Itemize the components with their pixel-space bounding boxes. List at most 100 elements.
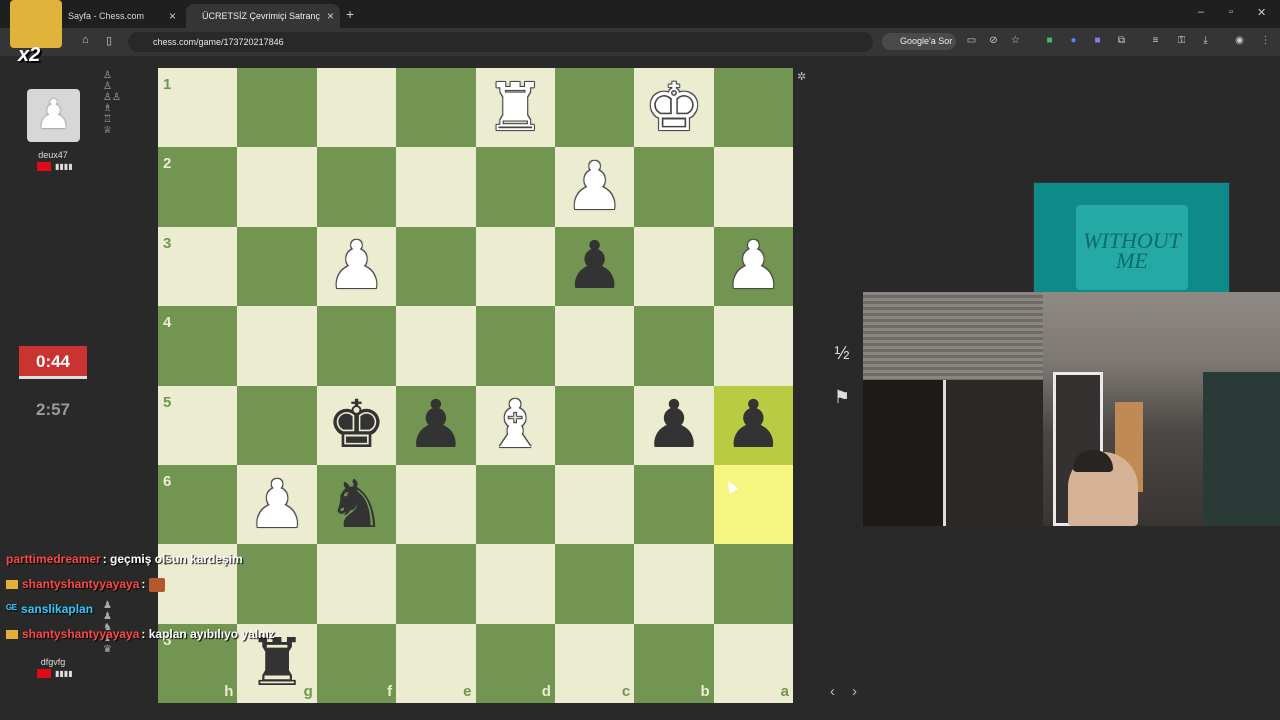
black-knight-piece[interactable]: ♞ <box>317 465 396 544</box>
chess-board[interactable]: 1 ♜ ♚ 2 ♟ 3 ♟ ♟ ♟ 4 5 ♚ ♟ ♝ ♟ ♟ 6 ♟ ♞ 7 8 h g ♜ f e d c b a <box>158 68 793 703</box>
square-c6[interactable] <box>554 464 635 545</box>
square-e8[interactable]: e <box>396 623 476 703</box>
media-icon[interactable]: ≡ <box>1150 35 1161 46</box>
eye-off-icon[interactable]: ⊘ <box>988 35 999 46</box>
square-e6[interactable] <box>396 464 476 545</box>
square-h5[interactable]: 5 <box>158 385 238 465</box>
white-pawn-piece[interactable]: ♟ <box>317 227 396 306</box>
new-tab-icon[interactable]: + <box>346 6 354 22</box>
black-pawn-piece[interactable]: ♟ <box>634 386 713 465</box>
black-pawn-piece[interactable]: ♟ <box>555 227 634 306</box>
square-h4[interactable]: 4 <box>158 306 238 386</box>
square-c7[interactable] <box>554 544 635 624</box>
square-g1[interactable] <box>237 68 317 148</box>
square-f5[interactable]: ♚ <box>316 385 397 465</box>
square-e2[interactable] <box>396 147 476 227</box>
square-e7[interactable] <box>396 544 476 624</box>
extension-icon[interactable]: ■ <box>1044 35 1055 46</box>
square-c4[interactable] <box>554 306 635 386</box>
white-king-piece[interactable]: ♚ <box>634 68 713 147</box>
extension-icon[interactable]: ● <box>1068 35 1079 46</box>
square-f3[interactable]: ♟ <box>316 226 397 307</box>
avatar[interactable]: ♟ <box>27 89 80 142</box>
white-pawn-piece[interactable]: ♟ <box>555 147 634 226</box>
square-e3[interactable] <box>396 226 476 307</box>
square-g4[interactable] <box>237 306 317 386</box>
square-d4[interactable] <box>475 306 555 386</box>
square-e5[interactable]: ♟ <box>396 385 476 465</box>
square-g5[interactable] <box>237 385 317 465</box>
white-bishop-piece[interactable]: ♝ <box>476 386 555 465</box>
previous-move-icon[interactable]: ‹ <box>830 683 835 700</box>
square-f4[interactable] <box>316 306 397 386</box>
square-f6[interactable]: ♞ <box>316 464 397 545</box>
square-h3[interactable]: 3 <box>158 226 238 307</box>
square-d8[interactable]: d <box>475 623 555 703</box>
black-pawn-piece[interactable]: ♟ <box>714 386 793 465</box>
tab-chess-game[interactable]: ÜCRETSİZ Çevrimiçi Satranç Oy × <box>186 4 340 28</box>
black-pawn-piece[interactable]: ♟ <box>396 386 475 465</box>
square-b1[interactable]: ♚ <box>634 68 714 148</box>
square-h6[interactable]: 6 <box>158 464 238 545</box>
cast-icon[interactable]: ▭ <box>966 35 977 46</box>
square-a6[interactable] <box>713 464 793 545</box>
square-a3[interactable]: ♟ <box>713 226 793 307</box>
square-e4[interactable] <box>396 306 476 386</box>
close-icon[interactable]: × <box>327 9 334 23</box>
square-a8[interactable]: a <box>713 623 793 703</box>
square-g7[interactable] <box>237 544 317 624</box>
square-b5[interactable]: ♟ <box>634 385 714 465</box>
square-d6[interactable] <box>475 464 555 545</box>
square-g2[interactable] <box>237 147 317 227</box>
puzzle-icon[interactable]: ⧉ <box>1116 35 1127 46</box>
square-b7[interactable] <box>634 544 714 624</box>
square-a7[interactable] <box>713 544 793 624</box>
square-c1[interactable] <box>554 68 635 148</box>
gear-icon[interactable]: ✲ <box>797 70 806 83</box>
square-f1[interactable] <box>316 68 397 148</box>
square-h2[interactable]: 2 <box>158 147 238 227</box>
square-f7[interactable] <box>316 544 397 624</box>
menu-icon[interactable]: ⋮ <box>1260 35 1271 46</box>
home-icon[interactable]: ⌂ <box>82 34 89 46</box>
close-window-icon[interactable]: ✕ <box>1257 6 1266 19</box>
square-b4[interactable] <box>634 306 714 386</box>
square-c5[interactable] <box>554 385 635 465</box>
next-move-icon[interactable]: › <box>852 683 857 700</box>
white-pawn-piece[interactable]: ♟ <box>237 465 316 544</box>
square-a1[interactable] <box>713 68 793 148</box>
square-f8[interactable]: f <box>316 623 397 703</box>
square-d1[interactable]: ♜ <box>475 68 555 148</box>
star-icon[interactable]: ☆ <box>1010 35 1021 46</box>
square-c2[interactable]: ♟ <box>554 147 635 227</box>
offer-draw-button[interactable]: ½ <box>829 340 855 366</box>
square-d3[interactable] <box>475 226 555 307</box>
square-f2[interactable] <box>316 147 397 227</box>
square-c8[interactable]: c <box>554 623 635 703</box>
square-g6[interactable]: ♟ <box>237 464 317 545</box>
google-ask-button[interactable]: Google'a Sor <box>882 33 956 50</box>
sidebar-icon[interactable]: ▯ <box>106 34 112 47</box>
url-field[interactable]: chess.com/game/173720217846 <box>128 32 873 52</box>
black-king-piece[interactable]: ♚ <box>317 386 396 465</box>
player-name-bottom[interactable]: dfgvfg <box>13 657 93 667</box>
tab-chess-home[interactable]: Sayfa - Chess.com × <box>50 4 182 28</box>
square-a2[interactable] <box>713 147 793 227</box>
square-d5[interactable]: ♝ <box>475 385 555 465</box>
download-icon[interactable]: ⤓ <box>1200 35 1211 46</box>
white-rook-piece[interactable]: ♜ <box>476 68 555 147</box>
profile-icon[interactable]: ◉ <box>1234 35 1245 46</box>
resign-button[interactable]: ⚑ <box>829 384 855 410</box>
maximize-icon[interactable]: ▫ <box>1229 6 1233 18</box>
square-b8[interactable]: b <box>634 623 714 703</box>
player-name-top[interactable]: deux47 <box>13 150 93 160</box>
square-g3[interactable] <box>237 226 317 307</box>
white-pawn-piece[interactable]: ♟ <box>714 227 793 306</box>
square-d2[interactable] <box>475 147 555 227</box>
square-d7[interactable] <box>475 544 555 624</box>
square-b3[interactable] <box>634 226 714 307</box>
square-a4[interactable] <box>713 306 793 386</box>
close-icon[interactable]: × <box>169 9 176 23</box>
password-icon[interactable]: ⚿ <box>1176 35 1187 46</box>
square-c3[interactable]: ♟ <box>554 226 635 307</box>
